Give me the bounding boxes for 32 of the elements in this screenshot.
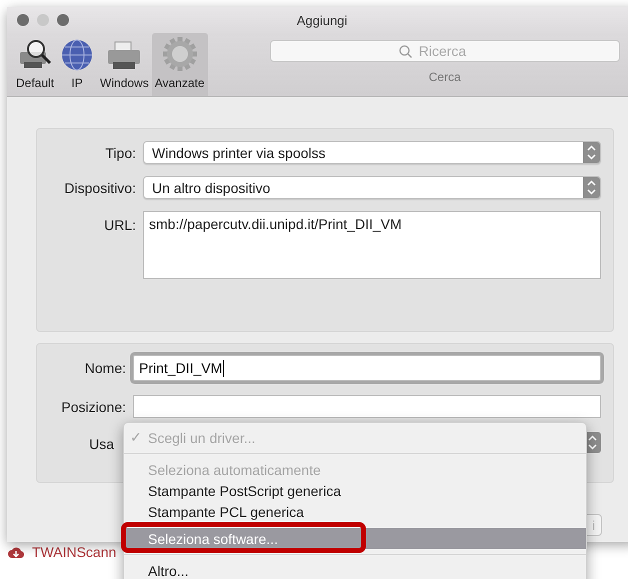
stepper-icon [583,177,600,198]
menu-item[interactable]: Stampante PostScript generica [124,480,586,501]
search-field[interactable]: Ricerca [270,40,620,62]
text-field[interactable]: Print_DII_VM [133,355,601,381]
search-label: Cerca [428,70,461,84]
url-field[interactable]: smb://papercutv.dii.unipd.it/Print_DII_VM [143,211,601,279]
field-label: Tipo: [104,144,136,160]
toolbar-tab[interactable]: Default [13,33,58,96]
popup-select[interactable]: Un altro dispositivo [143,176,601,199]
gear-icon [162,36,198,72]
field-label: Usa [88,436,114,452]
field-label: Posizione: [60,398,126,414]
close-button[interactable] [17,14,29,26]
menu-item[interactable]: Altro... [124,560,586,579]
checkmark-icon: ✓ [130,429,142,445]
field-label: Nome: [84,360,126,376]
popup-select[interactable]: Windows printer via spoolss [143,141,601,164]
stepper-icon [583,142,600,163]
text-field[interactable] [133,395,601,418]
toolbar-tab[interactable]: Avanzate [152,33,208,96]
field-label: Dispositivo: [63,180,136,196]
zoom-button[interactable] [57,14,69,26]
search-icon [398,44,412,58]
field-label: URL: [103,216,136,233]
toolbar-tab[interactable]: Windows [97,33,152,96]
window-title: Aggiungi [296,12,348,28]
globe-icon [60,38,94,72]
menu-item[interactable]: Stampante PCL generica [124,501,586,522]
desktop-item-label[interactable]: TWAINScann [32,544,116,560]
cloud-download-icon [8,546,24,558]
toolbar-tab[interactable]: IP [57,33,98,96]
search-input[interactable]: Ricerca [416,42,491,60]
